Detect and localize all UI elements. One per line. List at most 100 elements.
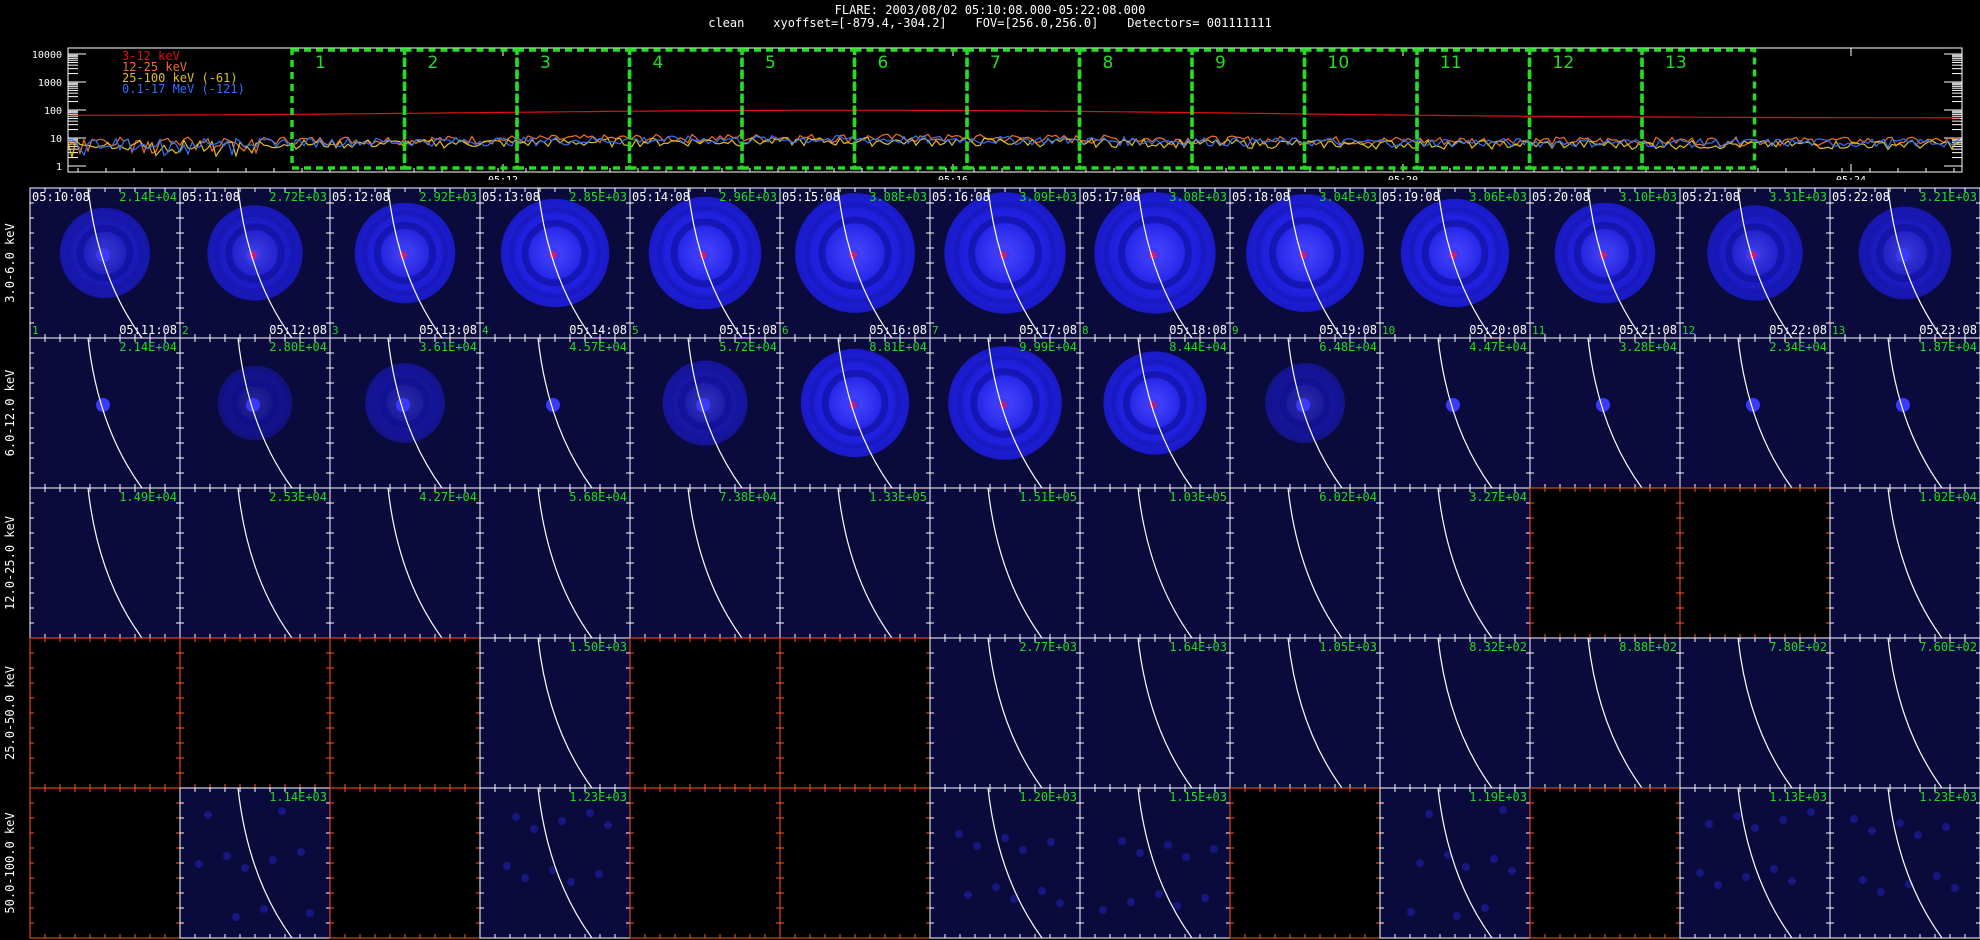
peak-flux-label: 1.51E+05 bbox=[1019, 490, 1077, 504]
noise-blob bbox=[1462, 863, 1470, 871]
peak-flux-label: 2.72E+03 bbox=[269, 190, 327, 204]
start-time-label: 05:14:08 bbox=[632, 190, 690, 204]
image-cell: 1.19E+03 bbox=[1379, 787, 1531, 939]
start-time-label: 05:15:08 bbox=[782, 190, 840, 204]
noise-blob bbox=[1733, 812, 1741, 820]
noise-blob bbox=[1001, 834, 1009, 842]
noise-blob bbox=[558, 817, 566, 825]
noise-blob bbox=[1099, 906, 1107, 914]
peak-flux-label: 3.08E+03 bbox=[1169, 190, 1227, 204]
image-cell: 3.09E+03 05:16:08 05:17:08 7 bbox=[929, 187, 1081, 339]
peak-flux-label: 3.21E+03 bbox=[1919, 190, 1977, 204]
cell-background bbox=[30, 638, 180, 788]
interval-index-label: 3 bbox=[332, 324, 339, 337]
noise-blob bbox=[1705, 820, 1713, 828]
start-time-label: 05:10:08 bbox=[32, 190, 90, 204]
image-cell: 3.28E+04 bbox=[1529, 337, 1681, 489]
noise-blob bbox=[1751, 824, 1759, 832]
interval-index-label: 1 bbox=[32, 324, 39, 337]
end-time-label: 05:23:08 bbox=[1919, 323, 1977, 337]
image-cell: 8.88E+02 bbox=[1529, 637, 1681, 789]
image-cell: 3.06E+03 05:19:08 05:20:08 10 bbox=[1379, 187, 1531, 339]
start-time-label: 05:19:08 bbox=[1382, 190, 1440, 204]
noise-blob bbox=[567, 878, 575, 886]
peak-flux-label: 5.72E+04 bbox=[719, 340, 777, 354]
start-time-label: 05:13:08 bbox=[482, 190, 540, 204]
peak-flux-label: 1.23E+03 bbox=[569, 790, 627, 804]
noise-blob bbox=[530, 825, 538, 833]
start-time-label: 05:22:08 bbox=[1832, 190, 1890, 204]
image-cell bbox=[1529, 787, 1681, 939]
peak-flux-label: 4.57E+04 bbox=[569, 340, 627, 354]
cell-background bbox=[1380, 338, 1530, 488]
peak-flux-label: 1.19E+03 bbox=[1469, 790, 1527, 804]
noise-blob bbox=[964, 891, 972, 899]
image-cell: 3.10E+03 05:20:08 05:21:08 11 bbox=[1529, 187, 1681, 339]
cell-background bbox=[330, 788, 480, 938]
image-cell: 1.64E+03 bbox=[1079, 637, 1231, 789]
cell-background bbox=[780, 488, 930, 638]
peak-flux-label: 9.99E+04 bbox=[1019, 340, 1077, 354]
noise-blob bbox=[1056, 899, 1064, 907]
cell-background bbox=[930, 488, 1080, 638]
peak-flux-label: 1.64E+03 bbox=[1169, 640, 1227, 654]
cell-background bbox=[1080, 788, 1230, 938]
peak-flux-label: 3.61E+04 bbox=[419, 340, 477, 354]
image-cell: 2.53E+04 bbox=[179, 487, 331, 639]
cell-background bbox=[330, 488, 480, 638]
cell-background bbox=[630, 788, 780, 938]
noise-blob bbox=[278, 807, 286, 815]
cell-background bbox=[1830, 488, 1980, 638]
interval-index-label: 6 bbox=[782, 324, 789, 337]
peak-flux-label: 8.88E+02 bbox=[1619, 640, 1677, 654]
end-time-label: 05:11:08 bbox=[119, 323, 177, 337]
peak-flux-label: 2.80E+04 bbox=[269, 340, 327, 354]
peak-flux-label: 1.02E+04 bbox=[1919, 490, 1977, 504]
cell-background bbox=[930, 638, 1080, 788]
cell-background bbox=[1380, 638, 1530, 788]
peak-flux-label: 1.50E+03 bbox=[569, 640, 627, 654]
cell-background bbox=[30, 488, 180, 638]
cell-background bbox=[330, 638, 480, 788]
noise-blob bbox=[595, 870, 603, 878]
peak-flux-label: 5.68E+04 bbox=[569, 490, 627, 504]
noise-blob bbox=[195, 860, 203, 868]
peak-flux-label: 1.05E+03 bbox=[1319, 640, 1377, 654]
cell-background bbox=[780, 638, 930, 788]
peak-flux-label: 2.53E+04 bbox=[269, 490, 327, 504]
cell-background bbox=[30, 788, 180, 938]
noise-blob bbox=[306, 909, 314, 917]
noise-blob bbox=[1868, 827, 1876, 835]
peak-flux-label: 3.28E+04 bbox=[1619, 340, 1677, 354]
noise-blob bbox=[1742, 873, 1750, 881]
start-time-label: 05:12:08 bbox=[332, 190, 390, 204]
peak-flux-label: 3.08E+03 bbox=[869, 190, 927, 204]
cell-background bbox=[1230, 788, 1380, 938]
image-cell: 2.72E+03 05:11:08 05:12:08 2 bbox=[179, 187, 331, 339]
image-cell: 7.38E+04 bbox=[629, 487, 781, 639]
start-time-label: 05:17:08 bbox=[1082, 190, 1140, 204]
image-cell: 4.57E+04 bbox=[479, 337, 631, 489]
interval-index-label: 13 bbox=[1832, 324, 1845, 337]
noise-blob bbox=[1038, 887, 1046, 895]
image-cell bbox=[629, 787, 781, 939]
peak-flux-label: 8.32E+02 bbox=[1469, 640, 1527, 654]
peak-flux-label: 1.03E+05 bbox=[1169, 490, 1227, 504]
noise-blob bbox=[1896, 819, 1904, 827]
peak-flux-label: 7.38E+04 bbox=[719, 490, 777, 504]
image-cell: 1.14E+03 bbox=[179, 787, 331, 939]
image-cell: 5.72E+04 bbox=[629, 337, 781, 489]
end-time-label: 05:13:08 bbox=[419, 323, 477, 337]
interval-index-label: 12 bbox=[1682, 324, 1695, 337]
noise-blob bbox=[1859, 876, 1867, 884]
energy-row-label: 50.0-100.0 keV bbox=[3, 812, 17, 913]
image-cell: 3.08E+03 05:17:08 05:18:08 8 bbox=[1079, 187, 1231, 339]
noise-blob bbox=[204, 811, 212, 819]
noise-blob bbox=[1499, 806, 1507, 814]
noise-blob bbox=[586, 809, 594, 817]
peak-flux-label: 4.47E+04 bbox=[1469, 340, 1527, 354]
peak-flux-label: 2.14E+04 bbox=[119, 340, 177, 354]
cell-background bbox=[480, 488, 630, 638]
image-cell: 6.48E+04 bbox=[1229, 337, 1381, 489]
noise-blob bbox=[1933, 872, 1941, 880]
